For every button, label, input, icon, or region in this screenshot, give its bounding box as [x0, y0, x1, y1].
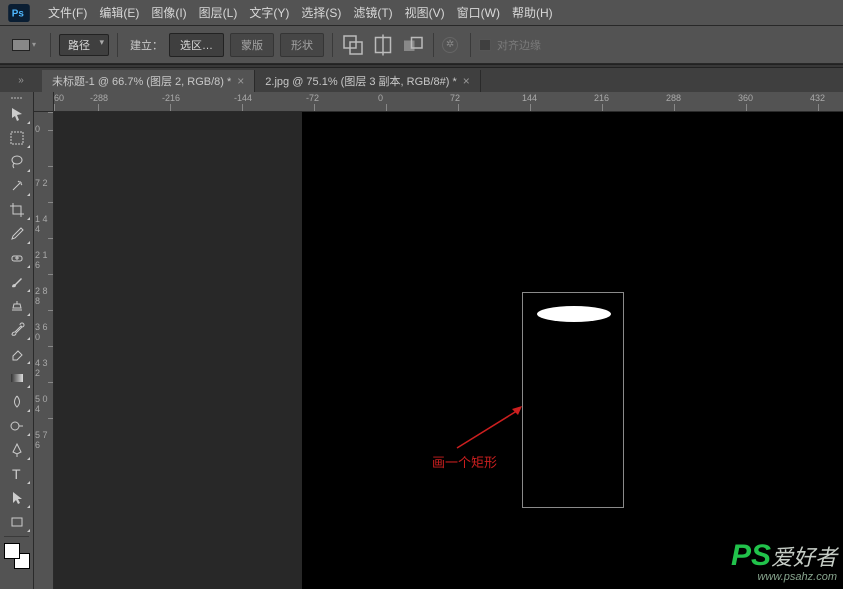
ruler-origin[interactable]	[34, 92, 54, 112]
annotation-arrow-icon	[452, 403, 527, 451]
magic-wand-tool[interactable]	[2, 174, 32, 198]
make-label: 建立：	[130, 37, 163, 53]
gradient-tool[interactable]	[2, 366, 32, 390]
close-tab-icon[interactable]: ×	[463, 74, 470, 88]
tab-scroll-chevrons[interactable]: »	[0, 68, 42, 92]
align-edges-checkbox[interactable]: 对齐边缘	[479, 37, 541, 53]
crop-tool[interactable]	[2, 198, 32, 222]
tab-label: 未标题-1 @ 66.7% (图层 2, RGB/8) *	[52, 73, 231, 89]
menu-file[interactable]: 文件(F)	[42, 4, 93, 21]
make-mask-button[interactable]: 蒙版	[230, 33, 274, 57]
blur-tool[interactable]	[2, 390, 32, 414]
document-tab[interactable]: 2.jpg @ 75.1% (图层 3 副本, RGB/8#) * ×	[255, 70, 481, 92]
svg-text:T: T	[12, 466, 21, 482]
clone-stamp-tool[interactable]	[2, 294, 32, 318]
menu-edit[interactable]: 编辑(E)	[93, 4, 145, 21]
separator	[332, 33, 333, 57]
marquee-tool[interactable]	[2, 126, 32, 150]
healing-brush-tool[interactable]	[2, 246, 32, 270]
eyedropper-tool[interactable]	[2, 222, 32, 246]
menu-bar: Ps 文件(F) 编辑(E) 图像(I) 图层(L) 文字(Y) 选择(S) 滤…	[0, 0, 843, 26]
path-operations-icon[interactable]	[341, 34, 365, 56]
path-arrangement-icon[interactable]	[401, 34, 425, 56]
watermark-ps: PS	[731, 539, 771, 572]
menu-filter[interactable]: 滤镜(T)	[347, 4, 398, 21]
menu-view[interactable]: 视图(V)	[399, 4, 451, 21]
document-canvas[interactable]: 画一个矩形	[302, 112, 843, 589]
photoshop-logo-icon: Ps	[8, 4, 30, 22]
brush-tool[interactable]	[2, 270, 32, 294]
foreground-swatch[interactable]	[4, 543, 20, 559]
lasso-tool[interactable]	[2, 150, 32, 174]
menu-help[interactable]: 帮助(H)	[506, 4, 559, 21]
dodge-tool[interactable]	[2, 414, 32, 438]
menu-image[interactable]: 图像(I)	[145, 4, 192, 21]
options-bar: ▾ 路径 建立： 选区… 蒙版 形状 ✲ 对齐边缘	[0, 26, 843, 64]
annotation-text: 画一个矩形	[432, 452, 497, 471]
tool-separator	[4, 536, 29, 537]
separator	[433, 33, 434, 57]
menu-type[interactable]: 文字(Y)	[243, 4, 295, 21]
eraser-tool[interactable]	[2, 342, 32, 366]
workspace: T ⋮ -360-288-216-144-7207214421628836043…	[0, 92, 843, 589]
svg-text:Ps: Ps	[12, 8, 25, 19]
watermark-url: www.psahz.com	[731, 571, 837, 583]
pen-tool[interactable]	[2, 438, 32, 462]
horizontal-ruler[interactable]: -360-288-216-144-72072144216288360432504…	[54, 92, 843, 112]
document-tabs: 未标题-1 @ 66.7% (图层 2, RGB/8) * × 2.jpg @ 7…	[0, 68, 843, 92]
make-shape-button[interactable]: 形状	[280, 33, 324, 57]
fill-swatch[interactable]: ▾	[12, 39, 42, 51]
move-tool[interactable]	[2, 102, 32, 126]
tab-label: 2.jpg @ 75.1% (图层 3 副本, RGB/8#) *	[265, 73, 457, 89]
menu-window[interactable]: 窗口(W)	[451, 4, 506, 21]
document-tab-active[interactable]: 未标题-1 @ 66.7% (图层 2, RGB/8) * ×	[42, 70, 255, 92]
rectangle-tool[interactable]	[2, 510, 32, 534]
menu-select[interactable]: 选择(S)	[295, 4, 347, 21]
canvas-area: -360-288-216-144-72072144216288360432504…	[34, 92, 843, 589]
panel-grip-icon[interactable]	[0, 94, 33, 102]
path-selection-tool[interactable]	[2, 486, 32, 510]
vertical-ruler[interactable]: 07 21 4 42 1 62 8 83 6 04 3 25 0 45 7 6	[34, 112, 54, 589]
tools-panel: T	[0, 92, 34, 589]
tool-mode-dropdown[interactable]: 路径	[59, 34, 109, 56]
watermark: PS爱好者 www.psahz.com	[731, 539, 837, 583]
menu-layer[interactable]: 图层(L)	[193, 4, 244, 21]
gear-icon[interactable]: ✲	[442, 37, 458, 53]
make-selection-button[interactable]: 选区…	[169, 33, 224, 57]
separator	[50, 33, 51, 57]
align-edges-label: 对齐边缘	[497, 37, 541, 53]
separator	[470, 33, 471, 57]
color-swatches[interactable]	[4, 543, 30, 569]
separator	[117, 33, 118, 57]
watermark-cn: 爱好者	[771, 545, 837, 570]
path-alignment-icon[interactable]	[371, 34, 395, 56]
rectangle-path[interactable]	[522, 292, 624, 508]
history-brush-tool[interactable]	[2, 318, 32, 342]
close-tab-icon[interactable]: ×	[237, 74, 244, 88]
type-tool[interactable]: T	[2, 462, 32, 486]
